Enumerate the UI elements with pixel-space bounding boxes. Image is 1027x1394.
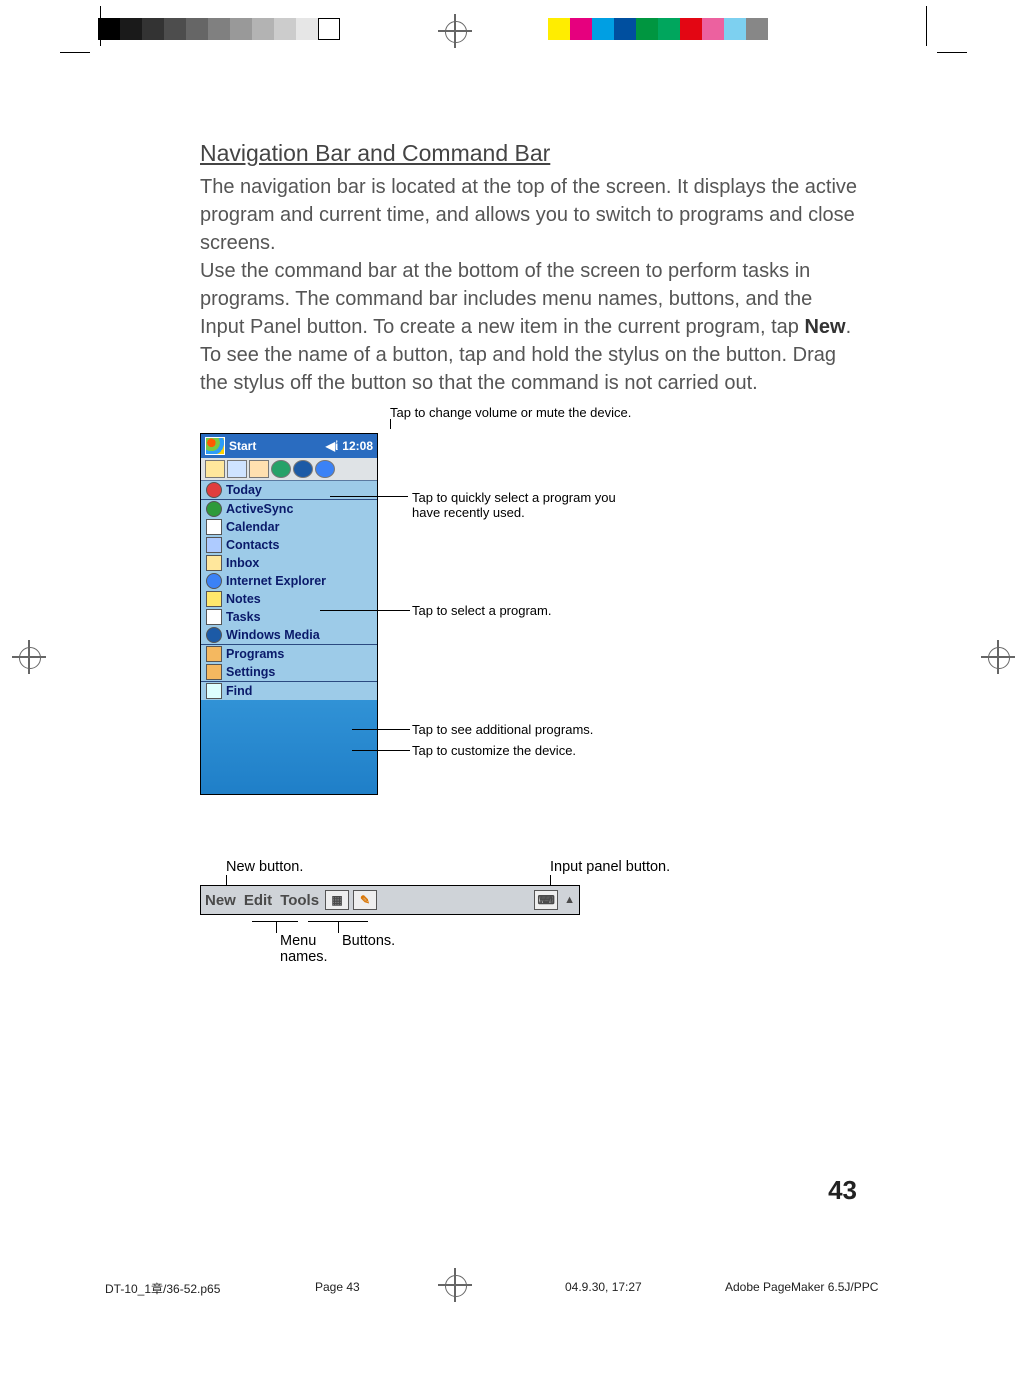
menu-item-ie: Internet Explorer	[201, 572, 377, 590]
toolbar-button-icon: ▦	[325, 890, 349, 910]
command-bar: New Edit Tools ▦ ✎ ⌨ ▲	[200, 885, 580, 915]
recent-icon	[205, 460, 225, 478]
recent-icon	[249, 460, 269, 478]
crop-mark	[60, 52, 90, 53]
menu-new: New	[205, 892, 236, 909]
command-bar-buttons: ▦ ✎	[325, 890, 377, 910]
menu-item-notes: Notes	[201, 590, 377, 608]
annotation-input-panel: Input panel button.	[550, 859, 670, 875]
annotation-tick	[550, 875, 551, 885]
input-panel-icon: ⌨	[534, 890, 558, 910]
footer-app: Adobe PageMaker 6.5J/PPC	[725, 1280, 925, 1297]
toolbar-button-icon: ✎	[353, 890, 377, 910]
page: Navigation Bar and Command Bar The navig…	[0, 0, 1027, 1394]
calibration-bar-color	[548, 18, 768, 40]
recent-icon	[227, 460, 247, 478]
section-heading: Navigation Bar and Command Bar	[200, 140, 860, 167]
annotation-buttons: Buttons.	[342, 933, 395, 949]
registration-mark	[12, 640, 46, 674]
annotation-underline	[252, 921, 298, 922]
annotation-tick	[338, 921, 339, 933]
command-bar-menus: New Edit Tools	[205, 892, 319, 909]
crop-mark	[926, 6, 967, 46]
figure-start-menu: Tap to change volume or mute the device.…	[200, 405, 860, 845]
menu-edit: Edit	[244, 892, 272, 909]
crop-mark	[926, 6, 927, 42]
menu-item-settings: Settings	[201, 663, 377, 681]
clock-time: 12:08	[342, 439, 373, 453]
recent-icon	[315, 460, 335, 478]
page-number: 43	[828, 1175, 857, 1206]
print-footer: DT-10_1章/36-52.p65 Page 43 04.9.30, 17:2…	[105, 1280, 925, 1297]
paragraph-text: Use the command bar at the bottom of the…	[200, 260, 812, 338]
menu-item-activesync: ActiveSync	[201, 500, 377, 518]
annotation-select: Tap to select a program.	[378, 603, 551, 618]
menu-item-wmp: Windows Media	[201, 626, 377, 644]
menu-item-calendar: Calendar	[201, 518, 377, 536]
menu-tools: Tools	[280, 892, 319, 909]
crop-mark	[60, 6, 101, 46]
annotation-settings: Tap to customize the device.	[378, 743, 576, 758]
annotation-recent: Tap to quickly select a program you have…	[378, 490, 638, 520]
annotation-programs: Tap to see additional programs.	[378, 722, 593, 737]
navigation-bar: Start ◀ἰ 12:08	[201, 434, 377, 458]
registration-mark	[438, 14, 472, 48]
paragraph: The navigation bar is located at the top…	[200, 173, 860, 257]
figure-command-bar: New button. Input panel button. New Edit…	[200, 859, 860, 979]
recent-icon	[293, 460, 313, 478]
pocketpc-screenshot: Start ◀ἰ 12:08 Today	[200, 433, 378, 795]
recent-icon	[271, 460, 291, 478]
menu-item-inbox: Inbox	[201, 554, 377, 572]
footer-date: 04.9.30, 17:27	[565, 1280, 725, 1297]
footer-filename: DT-10_1章/36-52.p65	[105, 1280, 315, 1297]
recent-programs-row	[201, 458, 377, 481]
windows-flag-icon	[205, 437, 225, 455]
annotation-tick	[226, 875, 227, 885]
footer-page: Page 43	[315, 1280, 465, 1297]
annotation-menu-names: Menu names.	[280, 933, 340, 965]
annotation-new-button: New button.	[226, 859, 303, 875]
start-menu-list: Today ActiveSync Calendar Contacts Inbox…	[201, 481, 377, 700]
volume-icon: ◀ἰ	[326, 439, 339, 453]
start-label: Start	[229, 439, 256, 453]
calibration-bar-gray	[98, 18, 340, 40]
paragraph: Use the command bar at the bottom of the…	[200, 257, 860, 397]
annotation-volume: Tap to change volume or mute the device.	[390, 405, 631, 420]
crop-mark	[937, 52, 967, 53]
bold-word: New	[804, 316, 845, 338]
registration-mark	[981, 640, 1015, 674]
menu-item-programs: Programs	[201, 645, 377, 663]
content-area: Navigation Bar and Command Bar The navig…	[200, 140, 860, 979]
annotation-tick	[276, 921, 277, 933]
input-panel-arrow-icon: ▲	[564, 894, 575, 906]
menu-item-find: Find	[201, 682, 377, 700]
menu-item-contacts: Contacts	[201, 536, 377, 554]
